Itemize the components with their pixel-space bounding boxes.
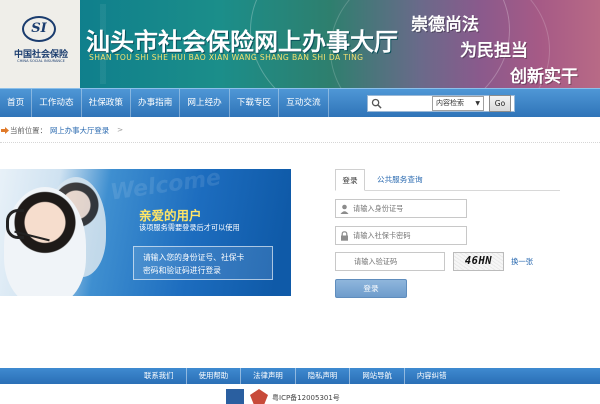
nav-item-policy[interactable]: 社保政策	[82, 89, 131, 118]
nav-item-guide[interactable]: 办事指南	[131, 89, 181, 118]
search-icon	[371, 98, 382, 109]
nav-item-work-news[interactable]: 工作动态	[32, 89, 82, 118]
hero-instruction-line1: 请输入您的身份证号、社保卡	[143, 253, 245, 262]
site-title-pinyin: SHAN TOU SHI SHE HUI BAO XIAN WANG SHANG…	[89, 53, 364, 62]
gov-badge-icon[interactable]	[226, 389, 244, 404]
lock-icon	[341, 231, 348, 241]
site-banner: SI 中国社会保险 CHINA SOCIAL INSURANCE 汕头市社会保险…	[0, 0, 600, 88]
nav-item-downloads[interactable]: 下载专区	[230, 89, 280, 118]
hero-watermark: Welcome	[108, 169, 223, 206]
breadcrumb-separator: >	[117, 125, 124, 134]
captcha-image[interactable]: 46HN	[453, 252, 504, 271]
slogan-1: 崇德尚法	[411, 15, 479, 35]
hero-subtitle: 该项服务需要登录后才可以使用	[139, 223, 240, 232]
captcha-input[interactable]	[354, 255, 442, 268]
hero-instruction-box: 请输入您的身份证号、社保卡 密码和验证码进行登录	[133, 246, 273, 280]
logo-area[interactable]: SI 中国社会保险 CHINA SOCIAL INSURANCE	[0, 0, 80, 88]
footer-bar: 联系我们 使用帮助 法律声明 隐私声明 网站导航 内容纠错	[0, 368, 600, 384]
login-button[interactable]: 登录	[335, 279, 407, 298]
social-insurance-logo-icon: SI	[22, 16, 56, 42]
footer-link-sitemap[interactable]: 网站导航	[349, 368, 404, 384]
id-number-field	[335, 199, 467, 218]
footer-links: 联系我们 使用帮助 法律声明 隐私声明 网站导航 内容纠错	[132, 368, 458, 384]
main-nav: 首页 工作动态 社保政策 办事指南 网上经办 下载专区 互动交流 内容检索 ▼ …	[0, 88, 600, 118]
login-tabs: 登录 公共服务查询	[335, 169, 560, 191]
footer-icp: 粤ICP备12005301号	[272, 394, 340, 402]
footer-link-legal[interactable]: 法律声明	[240, 368, 295, 384]
tab-public-service-query[interactable]: 公共服务查询	[377, 169, 423, 191]
id-number-input[interactable]	[353, 202, 463, 215]
logo-text-en: CHINA SOCIAL INSURANCE	[17, 59, 65, 63]
site-title: 汕头市社会保险网上办事大厅	[86, 28, 398, 56]
hero-instruction-line2: 密码和验证码进行登录	[143, 266, 221, 275]
slogan-2: 为民担当	[460, 41, 528, 61]
nav-item-online-service[interactable]: 网上经办	[180, 89, 230, 118]
nav-item-home[interactable]: 首页	[0, 89, 33, 118]
refresh-captcha-link[interactable]: 换一张	[511, 256, 533, 267]
footer-link-help[interactable]: 使用帮助	[185, 368, 241, 384]
police-badge-icon[interactable]	[250, 389, 268, 404]
slogan-3: 创新实干	[510, 67, 578, 87]
breadcrumb-link[interactable]: 网上办事大厅登录	[50, 125, 109, 136]
login-hero-banner: Welcome 亲爱的用户 该项服务需要登录后才可以使用 请输入您的身份证号、社…	[0, 169, 291, 296]
password-field	[335, 226, 467, 245]
user-icon	[340, 204, 349, 214]
divider	[0, 142, 600, 143]
search-scope-select[interactable]: 内容检索 ▼	[432, 96, 484, 111]
tab-login[interactable]: 登录	[335, 169, 365, 191]
footer-link-contact[interactable]: 联系我们	[132, 368, 186, 384]
search-go-button[interactable]: Go	[489, 95, 511, 112]
breadcrumb: 当前位置： 网上办事大厅登录 >	[0, 124, 600, 138]
footer-link-error-report[interactable]: 内容纠错	[403, 368, 459, 384]
search-scope-value: 内容检索	[436, 99, 464, 107]
arrow-right-icon	[1, 127, 9, 134]
hero-title: 亲爱的用户	[139, 208, 202, 223]
breadcrumb-label: 当前位置：	[10, 126, 47, 135]
nav-item-interaction[interactable]: 互动交流	[279, 89, 329, 118]
agent-photo-front	[4, 187, 86, 296]
chevron-down-icon: ▼	[475, 100, 480, 107]
captcha-field	[335, 252, 445, 271]
footer-link-privacy[interactable]: 隐私声明	[294, 368, 350, 384]
nav-menu: 首页 工作动态 社保政策 办事指南 网上经办 下载专区 互动交流	[0, 89, 329, 118]
password-input[interactable]	[353, 229, 463, 242]
